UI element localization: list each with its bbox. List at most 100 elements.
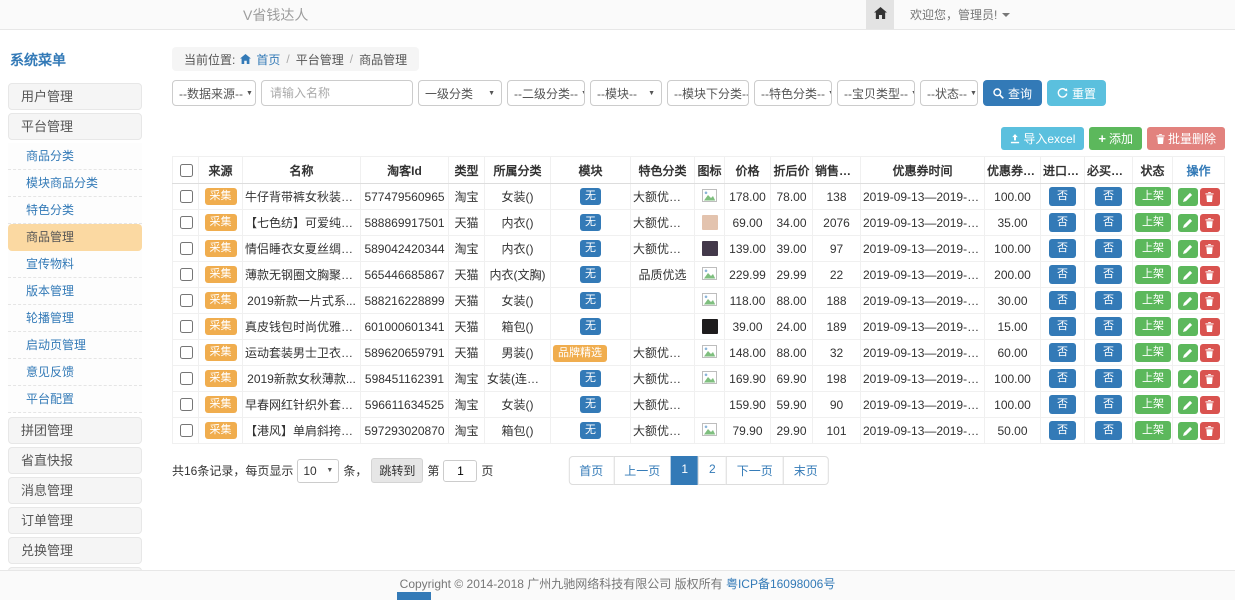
row-checkbox[interactable] — [180, 372, 193, 385]
reset-button[interactable]: 重置 — [1047, 80, 1106, 106]
per-page-select[interactable]: 10 ▼ — [297, 459, 339, 483]
filter-select[interactable]: 一级分类▼ — [418, 80, 502, 106]
import-select-toggle[interactable]: 否 — [1049, 265, 1076, 284]
edit-button[interactable] — [1178, 188, 1198, 206]
status-badge[interactable]: 上架 — [1135, 421, 1171, 440]
status-badge[interactable]: 上架 — [1135, 213, 1171, 232]
import-select-toggle[interactable]: 否 — [1049, 239, 1076, 258]
delete-row-button[interactable] — [1200, 422, 1220, 440]
row-checkbox[interactable] — [180, 346, 193, 359]
sidebar-subitem[interactable]: 商品分类 — [8, 143, 142, 170]
row-checkbox[interactable] — [180, 242, 193, 255]
sidebar-subitem[interactable]: 商品管理 — [8, 224, 142, 251]
sidebar-group[interactable]: 兑换管理 — [8, 537, 142, 564]
row-checkbox[interactable] — [180, 320, 193, 333]
must-buy-toggle[interactable]: 否 — [1095, 395, 1122, 414]
edit-button[interactable] — [1178, 396, 1198, 414]
sidebar-subitem[interactable]: 宣传物料 — [8, 251, 142, 278]
must-buy-toggle[interactable]: 否 — [1095, 213, 1122, 232]
edit-button[interactable] — [1178, 422, 1198, 440]
row-checkbox[interactable] — [180, 294, 193, 307]
sidebar-subitem[interactable]: 平台配置 — [8, 386, 142, 413]
sidebar-subitem[interactable]: 模块商品分类 — [8, 170, 142, 197]
import-select-toggle[interactable]: 否 — [1049, 395, 1076, 414]
icp-link[interactable]: 粤ICP备16098006号 — [726, 577, 835, 591]
edit-button[interactable] — [1178, 318, 1198, 336]
jump-button[interactable]: 跳转到 — [371, 458, 423, 483]
sidebar-group[interactable]: 消息管理 — [8, 477, 142, 504]
home-button[interactable] — [866, 0, 894, 29]
filter-select[interactable]: --模块--▼ — [590, 80, 662, 106]
must-buy-toggle[interactable]: 否 — [1095, 265, 1122, 284]
status-badge[interactable]: 上架 — [1135, 369, 1171, 388]
status-badge[interactable]: 上架 — [1135, 187, 1171, 206]
filter-select[interactable]: --宝贝类型--▼ — [837, 80, 915, 106]
sidebar-subitem[interactable]: 启动页管理 — [8, 332, 142, 359]
delete-row-button[interactable] — [1200, 266, 1220, 284]
page-button[interactable]: 2 — [698, 456, 727, 485]
edit-button[interactable] — [1178, 240, 1198, 258]
delete-row-button[interactable] — [1200, 214, 1220, 232]
import-select-toggle[interactable]: 否 — [1049, 187, 1076, 206]
sidebar-group[interactable]: 拼团管理 — [8, 417, 142, 444]
sidebar-group[interactable]: 订单管理 — [8, 507, 142, 534]
user-menu[interactable]: 欢迎您，管理员! — [910, 6, 1010, 23]
row-checkbox[interactable] — [180, 216, 193, 229]
row-checkbox[interactable] — [180, 424, 193, 437]
sidebar-subitem[interactable]: 意见反馈 — [8, 359, 142, 386]
delete-row-button[interactable] — [1200, 396, 1220, 414]
search-button[interactable]: 查询 — [983, 80, 1042, 106]
filter-select[interactable]: --状态--▼ — [920, 80, 978, 106]
sidebar-group[interactable]: 平台管理 — [8, 113, 142, 140]
sidebar-group[interactable]: 用户管理 — [8, 83, 142, 110]
page-button[interactable]: 首页 — [568, 456, 614, 485]
page-button[interactable]: 下一页 — [726, 456, 784, 485]
must-buy-toggle[interactable]: 否 — [1095, 239, 1122, 258]
delete-row-button[interactable] — [1200, 370, 1220, 388]
status-badge[interactable]: 上架 — [1135, 317, 1171, 336]
add-button[interactable]: + 添加 — [1089, 127, 1142, 150]
import-select-toggle[interactable]: 否 — [1049, 343, 1076, 362]
must-buy-toggle[interactable]: 否 — [1095, 369, 1122, 388]
sidebar-group[interactable]: 省直快报 — [8, 447, 142, 474]
edit-button[interactable] — [1178, 370, 1198, 388]
import-excel-button[interactable]: 导入excel — [1001, 127, 1084, 150]
edit-button[interactable] — [1178, 214, 1198, 232]
edit-button[interactable] — [1178, 344, 1198, 362]
filter-select[interactable]: --特色分类--▼ — [754, 80, 832, 106]
must-buy-toggle[interactable]: 否 — [1095, 421, 1122, 440]
select-all-checkbox[interactable] — [180, 164, 193, 177]
page-button[interactable]: 上一页 — [613, 456, 671, 485]
status-badge[interactable]: 上架 — [1135, 239, 1171, 258]
must-buy-toggle[interactable]: 否 — [1095, 291, 1122, 310]
row-checkbox[interactable] — [180, 190, 193, 203]
page-button[interactable]: 末页 — [783, 456, 829, 485]
sidebar-subitem[interactable]: 版本管理 — [8, 278, 142, 305]
row-checkbox[interactable] — [180, 398, 193, 411]
must-buy-toggle[interactable]: 否 — [1095, 343, 1122, 362]
filter-select[interactable]: --二级分类--▼ — [507, 80, 585, 106]
sidebar-subitem[interactable]: 轮播管理 — [8, 305, 142, 332]
edit-button[interactable] — [1178, 266, 1198, 284]
must-buy-toggle[interactable]: 否 — [1095, 187, 1122, 206]
breadcrumb-link[interactable]: 首页 — [256, 51, 280, 68]
status-badge[interactable]: 上架 — [1135, 395, 1171, 414]
filter-select[interactable]: --模块下分类--▼ — [667, 80, 749, 106]
batch-delete-button[interactable]: 批量删除 — [1147, 127, 1225, 150]
page-number-input[interactable] — [443, 460, 477, 482]
delete-row-button[interactable] — [1200, 188, 1220, 206]
import-select-toggle[interactable]: 否 — [1049, 213, 1076, 232]
edit-button[interactable] — [1178, 292, 1198, 310]
delete-row-button[interactable] — [1200, 344, 1220, 362]
import-select-toggle[interactable]: 否 — [1049, 317, 1076, 336]
page-button[interactable]: 1 — [670, 456, 699, 485]
name-search-input[interactable] — [261, 80, 413, 106]
filter-select[interactable]: --数据来源--▼ — [172, 80, 256, 106]
must-buy-toggle[interactable]: 否 — [1095, 317, 1122, 336]
status-badge[interactable]: 上架 — [1135, 343, 1171, 362]
import-select-toggle[interactable]: 否 — [1049, 369, 1076, 388]
sidebar-subitem[interactable]: 特色分类 — [8, 197, 142, 224]
status-badge[interactable]: 上架 — [1135, 265, 1171, 284]
delete-row-button[interactable] — [1200, 318, 1220, 336]
import-select-toggle[interactable]: 否 — [1049, 421, 1076, 440]
